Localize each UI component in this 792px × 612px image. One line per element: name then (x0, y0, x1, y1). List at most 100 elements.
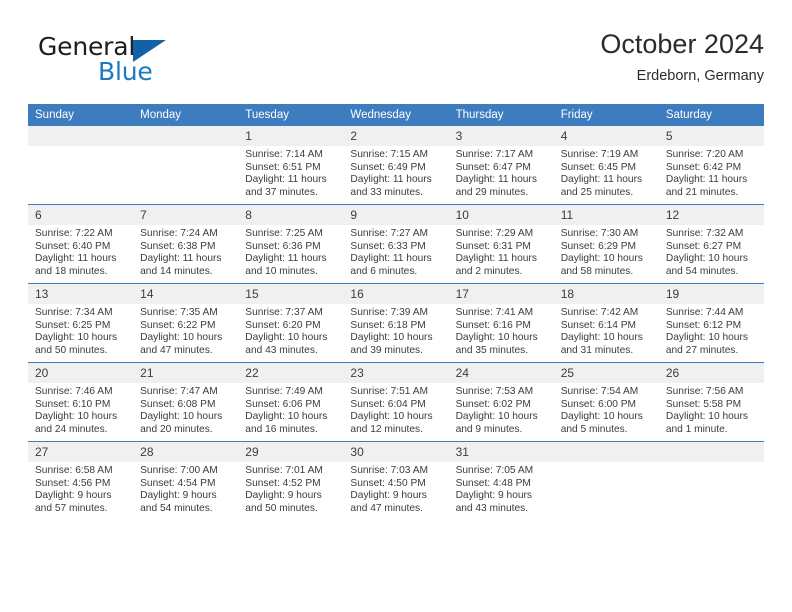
calendar-week-row: 1 Sunrise: 7:14 AM Sunset: 6:51 PM Daylight… (28, 126, 764, 205)
general-blue-logo[interactable]: General Blue (38, 32, 218, 90)
calendar-day-cell[interactable]: 21 Sunrise: 7:47 AM Sunset: 6:08 PM Dayligh… (133, 362, 239, 442)
calendar-day-cell[interactable]: 13 Sunrise: 7:34 AM Sunset: 6:25 PM Dayligh… (28, 283, 134, 363)
page-subtitle: Erdeborn, Germany (636, 68, 764, 84)
calendar-day-cell[interactable]: 15 Sunrise: 7:37 AM Sunset: 6:20 PM Dayligh… (238, 283, 344, 363)
daylight-text-line1: Daylight: 11 hours (665, 174, 748, 186)
sunrise-text: Sunrise: 7:56 AM (665, 386, 744, 397)
day-number: 6 (28, 205, 134, 225)
calendar-day-cell[interactable]: 31 Sunrise: 7:05 AM Sunset: 4:48 PM Dayligh… (448, 441, 554, 520)
daylight-text-line2: and 25 minutes. (560, 186, 634, 198)
sunset-text: Sunset: 6:22 PM (140, 319, 216, 331)
calendar-day-cell[interactable]: 17 Sunrise: 7:41 AM Sunset: 6:16 PM Dayligh… (448, 283, 554, 363)
sunset-text: Sunset: 6:16 PM (455, 319, 531, 331)
calendar-day-cell[interactable]: 4 Sunrise: 7:19 AM Sunset: 6:45 PM Daylight… (553, 126, 659, 205)
daylight-text-line2: and 12 minutes. (350, 423, 423, 435)
day-details: Sunrise: 7:54 AM Sunset: 6:00 PM Daylight:… (554, 383, 659, 436)
day-number: 15 (238, 284, 344, 304)
calendar-day-cell[interactable]: 9 Sunrise: 7:27 AM Sunset: 6:33 PM Daylight… (343, 204, 449, 284)
day-details: Sunrise: 7:00 AM Sunset: 4:54 PM Daylight:… (133, 462, 238, 515)
sunset-text: Sunset: 6:47 PM (455, 161, 531, 173)
day-details: Sunrise: 7:29 AM Sunset: 6:31 PM Daylight:… (449, 225, 554, 278)
sunset-text: Sunset: 4:48 PM (455, 477, 531, 489)
day-details: Sunrise: 7:37 AM Sunset: 6:20 PM Daylight:… (238, 304, 343, 357)
sunset-text: Sunset: 6:04 PM (350, 398, 426, 410)
day-number: 17 (448, 284, 554, 304)
daylight-text-line2: and 20 minutes. (140, 423, 213, 435)
daylight-text-line2: and 37 minutes. (245, 186, 318, 198)
calendar-day-cell[interactable]: 19 Sunrise: 7:44 AM Sunset: 6:12 PM Dayligh… (658, 283, 764, 363)
sunrise-text: Sunrise: 7:47 AM (140, 386, 218, 397)
daylight-text-line1: Daylight: 10 hours (665, 411, 748, 423)
calendar-day-cell[interactable]: 8 Sunrise: 7:25 AM Sunset: 6:36 PM Daylight… (238, 204, 344, 284)
calendar-day-cell[interactable]: 25 Sunrise: 7:54 AM Sunset: 6:00 PM Dayligh… (553, 362, 659, 442)
calendar-day-cell-empty (133, 126, 239, 205)
day-details: Sunrise: 7:32 AM Sunset: 6:27 PM Daylight:… (659, 225, 764, 278)
sunset-text: Sunset: 6:31 PM (455, 240, 531, 252)
day-details: Sunrise: 7:44 AM Sunset: 6:12 PM Daylight:… (659, 304, 764, 357)
calendar-day-cell[interactable]: 18 Sunrise: 7:42 AM Sunset: 6:14 PM Dayligh… (553, 283, 659, 363)
sunrise-text: Sunrise: 7:44 AM (665, 307, 744, 318)
day-number: 9 (343, 205, 449, 225)
calendar-day-cell[interactable]: 20 Sunrise: 7:46 AM Sunset: 6:10 PM Dayligh… (28, 362, 134, 442)
sunrise-text: Sunrise: 7:46 AM (35, 386, 113, 397)
calendar-day-cell[interactable]: 3 Sunrise: 7:17 AM Sunset: 6:47 PM Daylight… (448, 126, 554, 205)
calendar-day-cell[interactable]: 7 Sunrise: 7:24 AM Sunset: 6:38 PM Daylight… (133, 204, 239, 284)
day-details: Sunrise: 7:56 AM Sunset: 5:58 PM Daylight:… (659, 383, 764, 436)
daylight-text-line1: Daylight: 9 hours (455, 490, 533, 502)
day-details: Sunrise: 7:27 AM Sunset: 6:33 PM Daylight:… (343, 225, 448, 278)
calendar-day-cell[interactable]: 22 Sunrise: 7:49 AM Sunset: 6:06 PM Dayligh… (238, 362, 344, 442)
daylight-text-line2: and 54 minutes. (140, 502, 213, 514)
month-calendar-table: Sunday Monday Tuesday Wednesday Thursday… (28, 104, 764, 520)
daylight-text-line2: and 39 minutes. (350, 344, 423, 356)
sunset-text: Sunset: 4:52 PM (245, 477, 321, 489)
day-details: Sunrise: 7:34 AM Sunset: 6:25 PM Daylight:… (28, 304, 133, 357)
calendar-day-cell-empty (553, 441, 659, 520)
calendar-day-cell[interactable]: 10 Sunrise: 7:29 AM Sunset: 6:31 PM Dayligh… (448, 204, 554, 284)
sunrise-text: Sunrise: 7:29 AM (455, 228, 534, 239)
sunset-text: Sunset: 6:27 PM (665, 240, 742, 252)
calendar-day-cell[interactable]: 26 Sunrise: 7:56 AM Sunset: 5:58 PM Dayligh… (658, 362, 764, 442)
sunrise-text: Sunrise: 7:03 AM (350, 465, 429, 476)
day-number (133, 126, 239, 146)
sunset-text: Sunset: 6:49 PM (350, 161, 426, 173)
calendar-body: 1 Sunrise: 7:14 AM Sunset: 6:51 PM Daylight… (28, 126, 764, 520)
daylight-text-line2: and 31 minutes. (560, 344, 634, 356)
daylight-text-line2: and 1 minute. (665, 423, 728, 435)
sunset-text: Sunset: 4:56 PM (35, 477, 111, 489)
calendar-day-cell[interactable]: 6 Sunrise: 7:22 AM Sunset: 6:40 PM Daylight… (28, 204, 134, 284)
day-details: Sunrise: 7:05 AM Sunset: 4:48 PM Daylight:… (449, 462, 554, 515)
daylight-text-line2: and 47 minutes. (140, 344, 213, 356)
calendar-day-cell[interactable]: 27 Sunrise: 6:58 AM Sunset: 4:56 PM Dayligh… (28, 441, 134, 520)
daylight-text-line1: Daylight: 11 hours (245, 253, 327, 265)
daylight-text-line1: Daylight: 9 hours (350, 490, 427, 502)
daylight-text-line1: Daylight: 10 hours (350, 332, 433, 344)
calendar-day-cell[interactable]: 24 Sunrise: 7:53 AM Sunset: 6:02 PM Dayligh… (448, 362, 554, 442)
day-number: 5 (658, 126, 764, 146)
calendar-day-cell[interactable]: 30 Sunrise: 7:03 AM Sunset: 4:50 PM Dayligh… (343, 441, 449, 520)
day-number: 8 (238, 205, 344, 225)
calendar-day-cell[interactable]: 11 Sunrise: 7:30 AM Sunset: 6:29 PM Dayligh… (553, 204, 659, 284)
calendar-day-cell[interactable]: 12 Sunrise: 7:32 AM Sunset: 6:27 PM Dayligh… (658, 204, 764, 284)
day-details: Sunrise: 7:19 AM Sunset: 6:45 PM Daylight:… (554, 146, 659, 199)
sunrise-text: Sunrise: 6:58 AM (35, 465, 113, 476)
sunset-text: Sunset: 6:51 PM (245, 161, 321, 173)
calendar-week-row: 13 Sunrise: 7:34 AM Sunset: 6:25 PM Dayligh… (28, 283, 764, 363)
day-number: 31 (448, 442, 554, 462)
calendar-day-cell[interactable]: 29 Sunrise: 7:01 AM Sunset: 4:52 PM Dayligh… (238, 441, 344, 520)
calendar-day-cell[interactable]: 16 Sunrise: 7:39 AM Sunset: 6:18 PM Dayligh… (343, 283, 449, 363)
calendar-day-cell[interactable]: 28 Sunrise: 7:00 AM Sunset: 4:54 PM Dayligh… (133, 441, 239, 520)
day-number: 22 (238, 363, 344, 383)
day-number (553, 442, 659, 462)
day-number: 16 (343, 284, 449, 304)
calendar-day-cell[interactable]: 23 Sunrise: 7:51 AM Sunset: 6:04 PM Dayligh… (343, 362, 449, 442)
calendar-day-cell[interactable]: 1 Sunrise: 7:14 AM Sunset: 6:51 PM Daylight… (238, 126, 344, 205)
day-details: Sunrise: 7:03 AM Sunset: 4:50 PM Daylight:… (343, 462, 448, 515)
weekday-header-friday: Friday (553, 104, 659, 126)
calendar-day-cell[interactable]: 5 Sunrise: 7:20 AM Sunset: 6:42 PM Daylight… (658, 126, 764, 205)
calendar-day-cell[interactable]: 14 Sunrise: 7:35 AM Sunset: 6:22 PM Dayligh… (133, 283, 239, 363)
calendar-day-cell[interactable]: 2 Sunrise: 7:15 AM Sunset: 6:49 PM Daylight… (343, 126, 449, 205)
sunrise-text: Sunrise: 7:05 AM (455, 465, 534, 476)
sunrise-text: Sunrise: 7:01 AM (245, 465, 323, 476)
day-number: 4 (553, 126, 659, 146)
weekday-header-wednesday: Wednesday (343, 104, 449, 126)
